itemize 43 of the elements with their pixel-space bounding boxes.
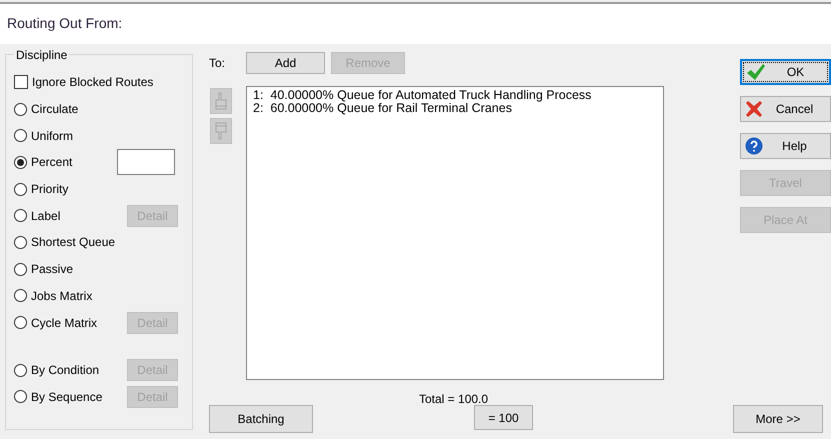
radio-label: Circulate: [31, 101, 78, 118]
radio-label: By Sequence: [31, 388, 102, 406]
radio-button[interactable]: [14, 182, 27, 196]
radio-button[interactable]: [14, 236, 27, 249]
radio-label: Shortest Queue: [31, 234, 116, 252]
radio-button[interactable]: [14, 289, 27, 302]
total-label: Total = 100.0: [419, 391, 488, 408]
batching-button[interactable]: Batching: [209, 405, 313, 433]
radio-button[interactable]: [14, 262, 27, 276]
radio-button[interactable]: [14, 156, 27, 169]
radio-label: Priority: [31, 181, 68, 198]
radio-label: By Condition: [31, 362, 100, 380]
route-item[interactable]: 1: 40.00000% Queue for Automated Truck Handling Process: [253, 89, 657, 102]
to-label: To:: [209, 55, 226, 72]
route-item[interactable]: 2: 60.00000% Queue for Rail Terminal Cranes: [253, 102, 657, 115]
checkbox[interactable]: [14, 75, 28, 90]
help-icon: [745, 137, 763, 155]
radio-button[interactable]: [14, 316, 27, 330]
radio-label: Percent: [31, 154, 72, 172]
close-icon: [745, 100, 763, 118]
checkbox-label: Ignore Blocked Routes: [32, 74, 154, 92]
radio-button[interactable]: [14, 390, 27, 404]
radio-label: Cycle Matrix: [31, 314, 98, 332]
ok-button[interactable]: OK: [740, 59, 831, 85]
dialog-title: Routing Out From:: [7, 15, 122, 31]
radio-label: Label: [31, 208, 60, 225]
help-button[interactable]: Help: [740, 133, 831, 159]
route-list[interactable]: 1: 40.00000% Queue for Automated Truck Handling Process 2: 60.00000% Queue for Rail Terminal Cranes: [246, 86, 664, 380]
radio-label: Uniform: [31, 128, 74, 145]
radio-label: Passive: [31, 261, 74, 278]
hand-pointing-up-icon: [215, 92, 227, 110]
more-button[interactable]: More >>: [733, 405, 823, 433]
add-button[interactable]: Add: [246, 52, 325, 74]
radio-button[interactable]: [14, 129, 27, 142]
radio-label: Jobs Matrix: [31, 288, 92, 305]
percent-field[interactable]: [117, 149, 175, 176]
equal-button[interactable]: = 100: [474, 405, 533, 430]
hand-pointing-down-icon: [215, 122, 227, 140]
radio-button[interactable]: [14, 364, 27, 377]
radio-button[interactable]: [14, 209, 27, 222]
radio-button[interactable]: [14, 102, 27, 116]
check-icon: [746, 63, 766, 81]
cancel-button[interactable]: Cancel: [740, 96, 831, 122]
